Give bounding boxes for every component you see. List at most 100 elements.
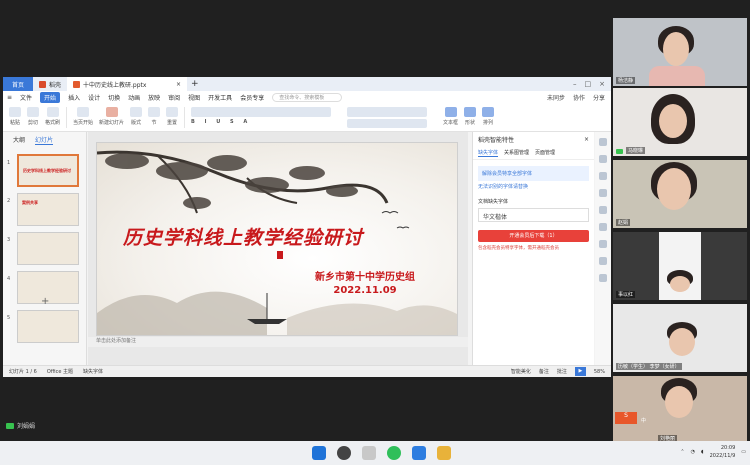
- sidebar-tool-icon[interactable]: [599, 257, 607, 265]
- textbox-button[interactable]: 文本框: [443, 107, 458, 128]
- participant-tile[interactable]: 马晓琳: [613, 88, 747, 156]
- slide-thumbnail-5[interactable]: [17, 310, 79, 343]
- font-box[interactable]: [191, 107, 332, 117]
- tab-home[interactable]: 首页: [3, 77, 33, 91]
- volume-icon[interactable]: ◖: [701, 449, 704, 455]
- command-search-input[interactable]: 查找命令、搜索模板: [272, 93, 343, 102]
- cut-button[interactable]: 剪切: [27, 107, 39, 128]
- slide-thumbnail-1[interactable]: 历史学科线上教学经验研讨: [17, 154, 79, 187]
- notes-toggle[interactable]: 备注: [539, 368, 549, 375]
- menu-animation[interactable]: 动画: [128, 93, 140, 102]
- wechat-icon[interactable]: [387, 446, 401, 460]
- paste-button[interactable]: 粘贴: [9, 107, 21, 128]
- menu-view[interactable]: 视图: [188, 93, 200, 102]
- menu-design[interactable]: 设计: [88, 93, 100, 102]
- zoom-level[interactable]: 58%: [594, 369, 605, 375]
- format-painter-button[interactable]: 格式刷: [45, 107, 60, 128]
- participant-tile[interactable]: 事以红: [613, 232, 747, 300]
- menu-review[interactable]: 审阅: [168, 93, 180, 102]
- notification-icon[interactable]: ▭: [741, 449, 746, 455]
- missing-font-status[interactable]: 缺失字体: [83, 368, 103, 375]
- file-explorer-icon[interactable]: [437, 446, 451, 460]
- tab-outline[interactable]: 大纲: [13, 135, 25, 145]
- network-icon[interactable]: ◔: [691, 449, 695, 455]
- sync-status[interactable]: 未同步: [547, 93, 565, 102]
- menu-start[interactable]: 开始: [40, 92, 61, 103]
- section-button[interactable]: 节: [148, 107, 161, 128]
- sidebar-tool-icon[interactable]: [599, 223, 607, 231]
- font-controls[interactable]: B I U S A: [191, 107, 341, 128]
- paste-label: 粘贴: [9, 120, 20, 126]
- sidebar-tool-icon[interactable]: [599, 189, 607, 197]
- share-button[interactable]: 分享: [593, 93, 605, 102]
- arrange-button[interactable]: 排列: [482, 107, 495, 128]
- tray-arrow-icon[interactable]: ⌃: [680, 449, 684, 455]
- paragraph-box[interactable]: [347, 107, 428, 117]
- font-style-icons[interactable]: B I U S A: [191, 119, 251, 125]
- slide-title[interactable]: 历史学科线上教学经验研讨: [123, 223, 363, 250]
- sidebar-tool-icon[interactable]: [599, 240, 607, 248]
- participant-tile[interactable]: 历敏（学生） 李梦（女研）: [613, 304, 747, 372]
- task-view-icon[interactable]: [362, 446, 376, 460]
- section-label: 节: [151, 120, 157, 126]
- sidebar-tool-icon[interactable]: [599, 172, 607, 180]
- tab-slides[interactable]: 幻灯片: [35, 135, 54, 145]
- paragraph-controls[interactable]: [347, 107, 437, 128]
- participant-tile[interactable]: 杨洁静: [613, 18, 747, 86]
- menu-member[interactable]: 会员专享: [240, 93, 264, 102]
- menu-file[interactable]: 文件: [20, 93, 32, 102]
- notes-field[interactable]: 单击此处添加备注: [88, 337, 468, 347]
- participant-tile[interactable]: 赵娟: [613, 160, 747, 228]
- replace-font-link[interactable]: 无法识别的字体请替换: [478, 183, 589, 190]
- comment-toggle[interactable]: 批注: [557, 368, 567, 375]
- minimize-icon[interactable]: –: [573, 80, 577, 88]
- taskbar-clock[interactable]: 20:09 2022/11/9: [710, 444, 736, 460]
- ribbon-divider: [184, 107, 186, 128]
- shape-button[interactable]: 形状: [464, 107, 477, 128]
- sidebar-tool-icon[interactable]: [599, 138, 607, 146]
- participant-tile[interactable]: S 中 刘艳丽: [613, 376, 747, 444]
- sidebar-tool-icon[interactable]: [599, 206, 607, 214]
- tab-current-file-label: 十中历史线上教研.pptx: [83, 81, 147, 89]
- taskbar-apps: [312, 446, 451, 460]
- missing-font-item[interactable]: 华文楷体: [478, 208, 589, 222]
- smart-beautify-button[interactable]: 智能美化: [511, 368, 531, 375]
- close-tab-icon[interactable]: ×: [176, 81, 181, 88]
- wps-window: 首页 稻壳 十中历史线上教研.pptx × + – □ × ≡ 文件 开始 插入…: [3, 77, 611, 377]
- member-notice[interactable]: 解除会员特享全部字体: [478, 166, 589, 181]
- layout-button[interactable]: 版式: [130, 107, 143, 128]
- start-icon[interactable]: [312, 446, 326, 460]
- align-box[interactable]: [347, 118, 428, 128]
- slide-thumbnail-2[interactable]: 案例共享: [17, 193, 79, 226]
- search-icon[interactable]: [337, 446, 351, 460]
- tab-current-file[interactable]: 十中历史线上教研.pptx ×: [67, 77, 188, 91]
- thumbnail-tabs: 大纲 幻灯片: [3, 132, 86, 148]
- tab-docer[interactable]: 稻壳: [33, 77, 67, 91]
- sidebar-tool-icon[interactable]: [599, 155, 607, 163]
- close-pane-icon[interactable]: ×: [584, 136, 589, 143]
- collab-button[interactable]: 协作: [573, 93, 585, 102]
- active-speaker-badge: 刘娟娟: [6, 421, 35, 430]
- tab-page-manage[interactable]: 页面管理: [535, 149, 555, 157]
- add-slide-icon[interactable]: +: [41, 296, 49, 307]
- hamburger-icon[interactable]: ≡: [7, 94, 12, 101]
- download-font-button[interactable]: 开通会员后下载（1）: [478, 230, 589, 242]
- new-slide-button[interactable]: 新建幻灯片: [99, 107, 124, 128]
- menu-insert[interactable]: 插入: [68, 93, 80, 102]
- maximize-icon[interactable]: □: [585, 80, 592, 88]
- new-tab-icon[interactable]: +: [187, 79, 203, 89]
- menu-dev[interactable]: 开发工具: [208, 93, 232, 102]
- slide-subtitle[interactable]: 新乡市第十中学历史组 2022.11.09: [315, 271, 415, 297]
- menu-show[interactable]: 放映: [148, 93, 160, 102]
- meeting-app-icon[interactable]: [412, 446, 426, 460]
- reset-button[interactable]: 重置: [166, 107, 179, 128]
- play-from-button[interactable]: 当页开始: [73, 107, 93, 128]
- close-window-icon[interactable]: ×: [599, 80, 605, 88]
- current-slide[interactable]: 历史学科线上教学经验研讨 新乡市第十中学历史组 2022.11.09: [96, 142, 458, 336]
- tab-missing-font[interactable]: 缺失字体: [478, 149, 499, 157]
- menu-transition[interactable]: 切换: [108, 93, 120, 102]
- slideshow-play-button[interactable]: ▶: [574, 367, 586, 376]
- tab-relation[interactable]: 关系图管理: [504, 149, 529, 157]
- slide-thumbnail-3[interactable]: [17, 232, 79, 265]
- sidebar-tool-icon[interactable]: [599, 274, 607, 282]
